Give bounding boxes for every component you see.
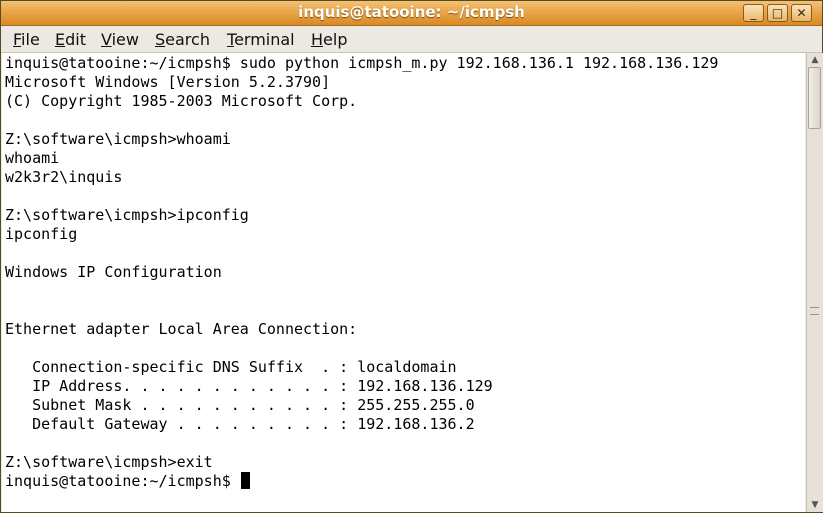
terminal-line: Default Gateway . . . . . . . . . : 192.… [5,415,475,433]
terminal-line: IP Address. . . . . . . . . . . . : 192.… [5,377,493,395]
menu-view[interactable]: View [101,30,139,49]
terminal-window: inquis@tatooine: ~/icmpsh _ □ ✕ File Edi… [0,0,823,513]
window-title: inquis@tatooine: ~/icmpsh [298,3,525,21]
maximize-button[interactable]: □ [767,4,788,22]
menu-bar: File Edit View Search Terminal Help [1,26,822,53]
terminal-line: Z:\software\icmpsh>ipconfig [5,206,249,224]
text-cursor [240,472,250,489]
terminal-line: (C) Copyright 1985-2003 Microsoft Corp. [5,92,358,110]
close-icon: ✕ [796,6,807,20]
minimize-button[interactable]: _ [743,4,764,22]
scroll-grip-icon [810,307,819,315]
terminal-prompt: inquis@tatooine:~/icmpsh$ [5,472,240,490]
menu-search[interactable]: Search [155,30,210,49]
terminal-line: inquis@tatooine:~/icmpsh$ sudo python ic… [5,54,719,72]
terminal-line: Z:\software\icmpsh>whoami [5,130,231,148]
terminal-line: Ethernet adapter Local Area Connection: [5,320,358,338]
scroll-down-icon[interactable]: ▼ [807,498,823,512]
scroll-up-icon[interactable]: ▲ [807,53,823,67]
terminal-line: whoami [5,149,60,167]
terminal-line: Microsoft Windows [Version 5.2.3790] [5,73,331,91]
terminal-prompt-line: inquis@tatooine:~/icmpsh$ [5,472,250,491]
title-bar[interactable]: inquis@tatooine: ~/icmpsh _ □ ✕ [1,1,822,26]
vertical-scrollbar[interactable]: ▲ ▼ [806,53,823,512]
terminal-line: Connection-specific DNS Suffix . : local… [5,358,457,376]
close-button[interactable]: ✕ [791,4,812,22]
menu-help[interactable]: Help [311,30,347,49]
terminal-line: Subnet Mask . . . . . . . . . . . : 255.… [5,396,475,414]
scroll-thumb[interactable] [808,67,821,129]
terminal-line: Z:\software\icmpsh>exit [5,453,213,471]
menu-terminal[interactable]: Terminal [227,30,295,49]
terminal-line: ipconfig [5,225,78,243]
menu-edit[interactable]: Edit [55,30,86,49]
terminal-output[interactable]: inquis@tatooine:~/icmpsh$ sudo python ic… [2,53,805,512]
terminal-line: Windows IP Configuration [5,263,222,281]
minimize-icon: _ [750,6,757,20]
maximize-icon: □ [771,6,784,20]
terminal-line: w2k3r2\inquis [5,168,123,186]
menu-file[interactable]: File [13,30,40,49]
